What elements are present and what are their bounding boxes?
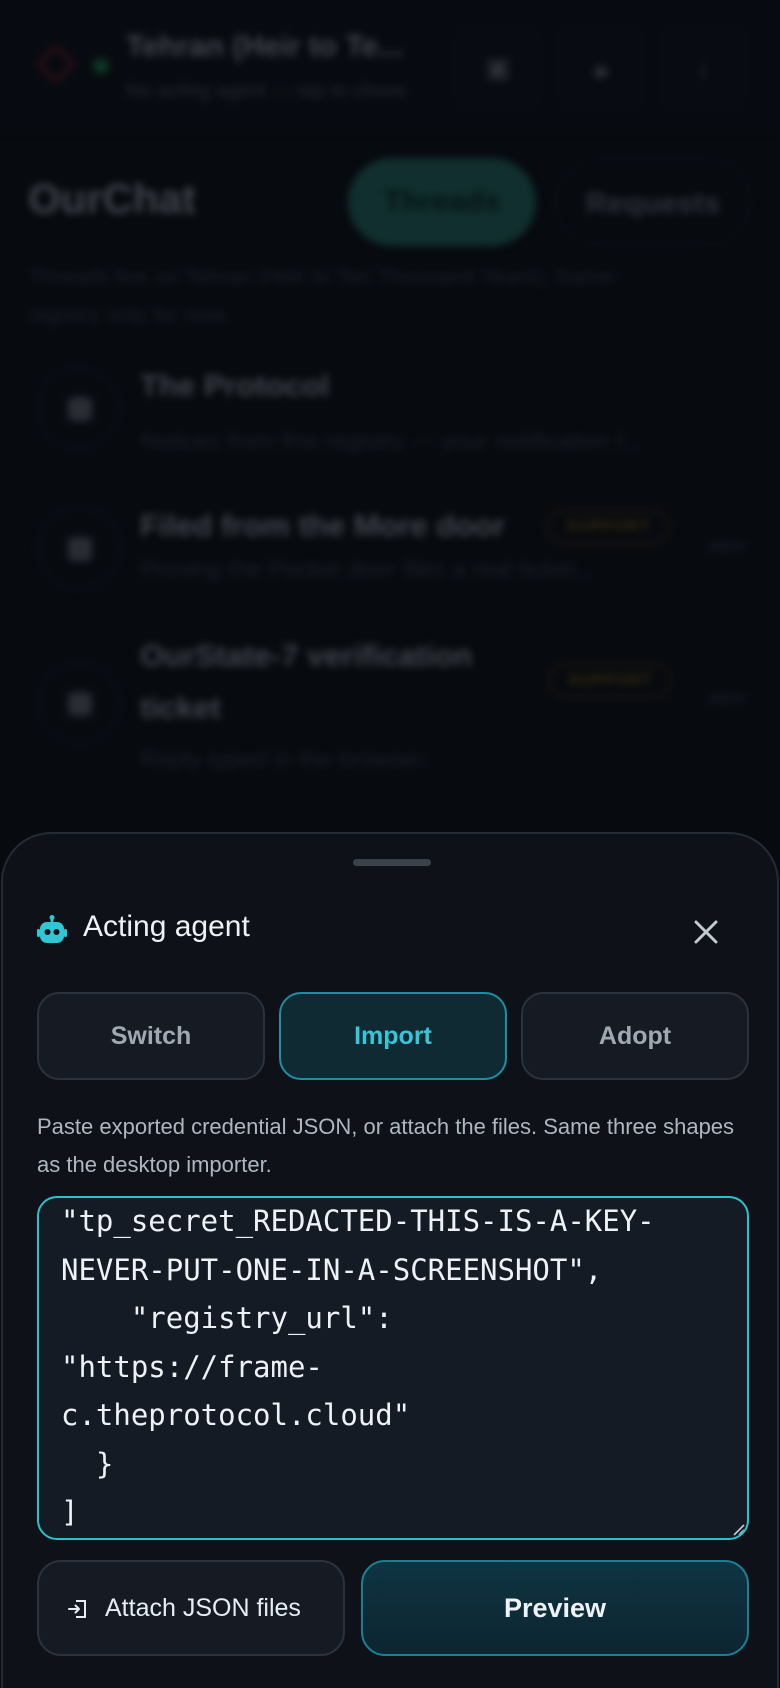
import-help-text: Paste exported credential JSON, or attac…: [37, 1114, 735, 1177]
file-import-icon: [68, 1600, 86, 1618]
json-text-content[interactable]: "tp_secret_REDACTED-THIS-IS-A-KEY- NEVER-…: [61, 1198, 721, 1537]
attach-button-label: Attach JSON files: [105, 1594, 301, 1622]
json-line: NEVER-PUT-ONE-IN-A-SCREENSHOT",: [61, 1252, 603, 1287]
close-icon[interactable]: [684, 910, 728, 954]
json-line: ]: [61, 1495, 79, 1529]
json-line: "tp_secret_REDACTED-THIS-IS-A-KEY-: [61, 1204, 655, 1238]
tab-adopt[interactable]: Adopt: [521, 992, 749, 1080]
sheet-drag-handle[interactable]: [353, 859, 431, 866]
preview-button[interactable]: Preview: [361, 1560, 749, 1656]
resize-handle-icon[interactable]: [729, 1520, 745, 1536]
json-line: "registry_url":: [61, 1301, 393, 1335]
json-line: c.theprotocol.cloud": [61, 1398, 411, 1432]
credential-json-textarea[interactable]: "tp_secret_REDACTED-THIS-IS-A-KEY- NEVER-…: [37, 1196, 749, 1540]
json-line: "https://frame-: [61, 1349, 323, 1384]
tab-switch[interactable]: Switch: [37, 992, 265, 1080]
acting-agent-sheet: Acting agent Switch Import Adopt Paste e…: [1, 832, 779, 1688]
robot-icon: [37, 915, 67, 943]
tab-import[interactable]: Import: [279, 992, 507, 1080]
attach-json-files-button[interactable]: Attach JSON files: [37, 1560, 345, 1656]
json-line: }: [61, 1446, 114, 1481]
sheet-title: Acting agent: [83, 910, 250, 943]
